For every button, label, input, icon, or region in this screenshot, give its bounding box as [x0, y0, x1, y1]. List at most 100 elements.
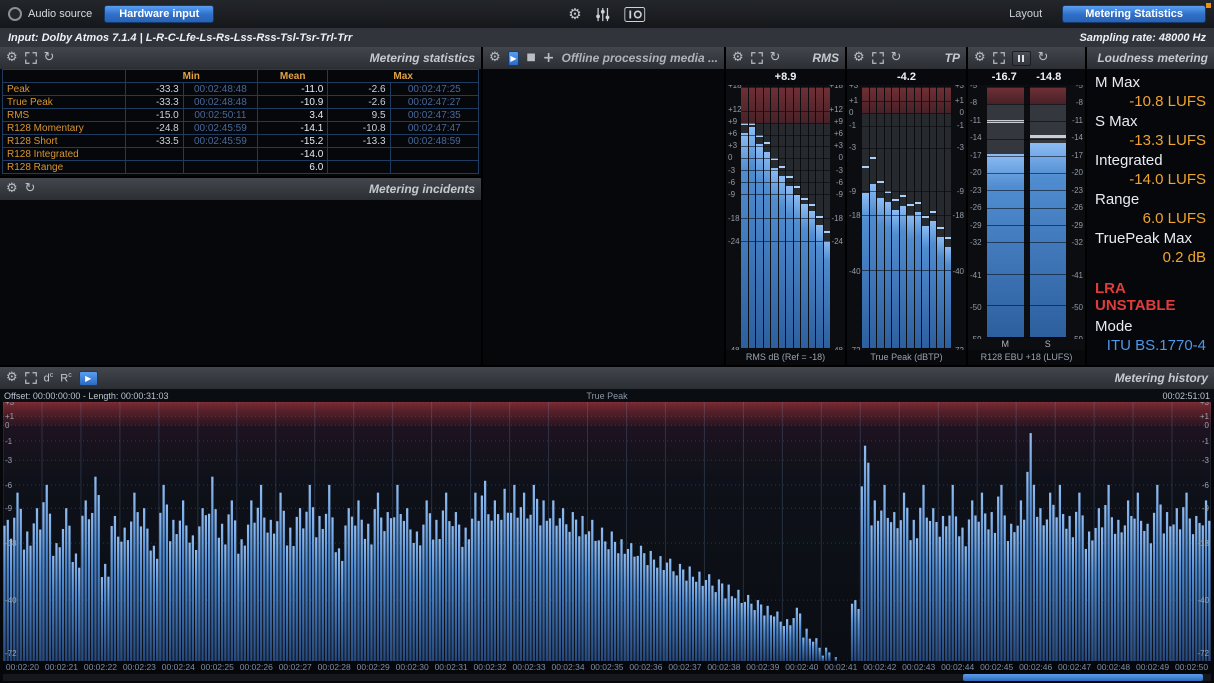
reset-icon[interactable]: ↻: [770, 51, 781, 65]
scale-label: -20: [1071, 169, 1083, 177]
expand-icon[interactable]: [25, 372, 37, 384]
gear-icon[interactable]: ⚙: [853, 51, 865, 65]
scale-label: -3: [728, 167, 735, 175]
loudness-metering-title: Loudness metering: [1097, 51, 1208, 65]
hardware-input-button[interactable]: Hardware input: [104, 5, 214, 23]
statistics-cell: 9.5: [328, 109, 390, 122]
statistics-cell: -14.1: [258, 122, 328, 135]
scale-label: +3: [849, 85, 858, 90]
pause-button[interactable]: [1012, 51, 1031, 66]
time-tick-label: 00:02:41: [821, 662, 860, 672]
mixer-sliders-icon[interactable]: [596, 7, 611, 22]
statistics-cell: R128 Momentary: [3, 122, 126, 135]
integrated-label: Integrated: [1095, 152, 1206, 169]
scale-label: -11: [1072, 117, 1083, 125]
incidents-panel-header: ⚙ ↻ Metering incidents: [0, 178, 481, 200]
scale-label: -3: [957, 144, 964, 152]
io-routing-icon[interactable]: [625, 7, 646, 22]
tp-readout: -4.2: [847, 69, 966, 85]
statistics-cell: 00:02:48:48: [183, 83, 257, 96]
history-scrollbar-thumb[interactable]: [963, 674, 1202, 681]
audio-source-icon[interactable]: [8, 7, 22, 21]
peak-hold-mark: [915, 202, 922, 204]
statistics-cell: 6.0: [258, 161, 328, 174]
range-value: 6.0 LUFS: [1095, 210, 1206, 227]
statistics-cell: 00:02:47:47: [390, 122, 478, 135]
statistics-cell: 00:02:45:59: [183, 135, 257, 148]
expand-icon[interactable]: [25, 52, 37, 64]
absolute-scale-icon[interactable]: dc: [44, 372, 54, 385]
follow-playhead-button[interactable]: ▶: [79, 371, 98, 386]
time-tick-label: 00:02:33: [510, 662, 549, 672]
scale-label: -24: [728, 238, 740, 246]
expand-icon[interactable]: [872, 52, 884, 64]
mode-label: Mode: [1095, 318, 1206, 335]
tp-title: TP: [945, 51, 960, 65]
time-tick-label: 00:02:27: [276, 662, 315, 672]
scale-label: -8: [970, 99, 977, 107]
scale-label: -5: [1076, 85, 1083, 90]
stop-icon[interactable]: ■: [526, 51, 535, 65]
statistics-title: Metering statistics: [370, 51, 475, 65]
history-plot-label: True Peak: [406, 391, 808, 401]
gear-icon[interactable]: ⚙: [6, 371, 18, 385]
scale-label: -11: [970, 117, 981, 125]
reset-icon[interactable]: ↻: [1038, 51, 1049, 65]
layout-button[interactable]: Layout: [999, 5, 1052, 23]
peak-hold-mark: [801, 198, 808, 200]
time-tick-label: 00:02:28: [315, 662, 354, 672]
statistics-cell: -24.8: [125, 122, 183, 135]
history-scrollbar[interactable]: [3, 674, 1211, 681]
peak-hold-mark: [870, 157, 877, 159]
statistics-cell: 00:02:45:59: [183, 122, 257, 135]
scale-label: -1: [957, 122, 964, 130]
statistics-cell: R128 Range: [3, 161, 126, 174]
scale-label: -1: [5, 438, 12, 446]
history-time-axis: 00:02:2000:02:2100:02:2200:02:2300:02:24…: [3, 661, 1211, 673]
loudness-panel-header: ⚙ ↻: [968, 47, 1085, 69]
metering-statistics-button[interactable]: Metering Statistics: [1062, 5, 1206, 23]
expand-icon[interactable]: [751, 52, 763, 64]
statistics-row: R128 Momentary-24.800:02:45:59-14.1-10.8…: [3, 122, 479, 135]
gear-icon[interactable]: ⚙: [6, 182, 18, 196]
gear-icon[interactable]: ⚙: [489, 51, 501, 65]
statistics-cell: -15.2: [258, 135, 328, 148]
relative-scale-icon[interactable]: Rc: [60, 372, 71, 385]
time-tick-label: 00:02:50: [1172, 662, 1211, 672]
reset-icon[interactable]: ↻: [25, 182, 36, 196]
scale-label: -8: [1076, 99, 1083, 107]
gear-icon[interactable]: ⚙: [974, 51, 986, 65]
settings-gear-icon[interactable]: ⚙: [568, 6, 581, 22]
statistics-cell: [390, 161, 478, 174]
expand-icon[interactable]: [993, 52, 1005, 64]
statistics-row: R128 Range 6.0: [3, 161, 479, 174]
notification-dot: [1206, 3, 1211, 8]
scale-label: 0: [5, 422, 9, 430]
scale-label: -9: [5, 505, 12, 513]
scale-label: +3: [5, 402, 14, 407]
metering-incidents-panel: ⚙ ↻ Metering incidents: [0, 178, 481, 365]
statistics-cell: -13.3: [328, 135, 390, 148]
gear-icon[interactable]: ⚙: [6, 51, 18, 65]
truepeak-max-value: 0.2 dB: [1095, 249, 1206, 266]
scale-label: +1: [955, 97, 964, 105]
reset-icon[interactable]: ↻: [44, 51, 55, 65]
scale-label: -18: [1197, 540, 1209, 548]
statistics-cell: -2.6: [328, 96, 390, 109]
scale-label: -59: [1071, 336, 1083, 339]
scale-label: -3: [849, 144, 856, 152]
info-bar: Input: Dolby Atmos 7.1.4 | L-R-C-Lfe-Ls-…: [0, 28, 1214, 47]
range-label: Range: [1095, 191, 1206, 208]
history-plot[interactable]: +3+3+1+100-1-1-3-3-6-6-9-9-18-18-40-40-7…: [3, 402, 1211, 661]
play-button[interactable]: ▶: [508, 51, 520, 66]
add-media-icon[interactable]: +: [543, 51, 555, 65]
s-max-label: S Max: [1095, 113, 1206, 130]
scale-label: +3: [728, 142, 737, 150]
gear-icon[interactable]: ⚙: [732, 51, 744, 65]
reset-icon[interactable]: ↻: [891, 51, 902, 65]
rms-axis-label: RMS dB (Ref = -18): [726, 350, 845, 365]
history-end-time: 00:02:51:01: [808, 391, 1210, 401]
history-info-row: Offset: 00:00:00:00 - Length: 00:00:31:0…: [0, 389, 1214, 402]
scale-label: -9: [836, 191, 843, 199]
scale-label: +18: [728, 85, 742, 90]
